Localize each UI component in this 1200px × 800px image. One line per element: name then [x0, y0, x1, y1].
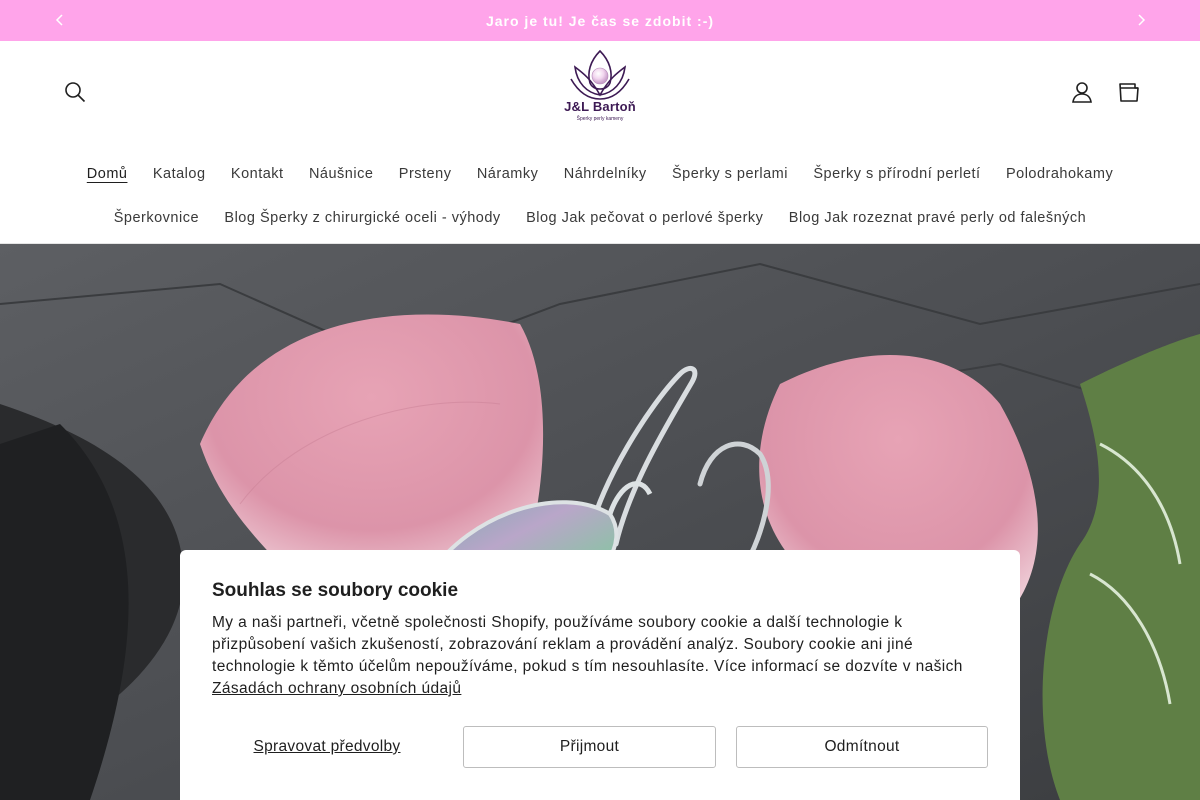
nav-item-sperky-s-prirodni-perleti[interactable]: Šperky s přírodní perletí	[801, 166, 994, 182]
nav-item-domu[interactable]: Domů	[74, 166, 140, 182]
site-logo[interactable]: J&L Bartoň Šperky perly kameny	[557, 49, 643, 135]
cart-icon	[1119, 83, 1139, 102]
announcement-text[interactable]: Jaro je tu! Je čas se zdobit :-)	[486, 13, 714, 29]
main-nav-row-1: Domů Katalog Kontakt Náušnice Prsteny Ná…	[0, 166, 1200, 182]
announcement-next-button[interactable]	[1131, 10, 1151, 30]
accept-cookies-button[interactable]: Přijmout	[463, 726, 716, 768]
search-button[interactable]	[60, 77, 90, 107]
nav-item-kontakt[interactable]: Kontakt	[218, 166, 296, 182]
cart-button[interactable]	[1114, 77, 1144, 107]
privacy-policy-link[interactable]: Zásadách ochrany osobních údajů	[212, 680, 461, 697]
nav-item-sperky-s-perlami[interactable]: Šperky s perlami	[659, 166, 800, 182]
chevron-right-icon	[1138, 14, 1146, 26]
nav-item-polodrahokamy[interactable]: Polodrahokamy	[993, 166, 1126, 182]
account-icon	[1072, 82, 1092, 103]
pearl-lotus-logo-icon	[570, 49, 630, 100]
logo-name: J&L Bartoň	[564, 99, 636, 114]
nav-item-katalog[interactable]: Katalog	[140, 166, 218, 182]
nav-item-nahrdelniky[interactable]: Náhrdelníky	[551, 166, 659, 182]
account-button[interactable]	[1067, 77, 1097, 107]
cookie-description: My a naši partneři, včetně společnosti S…	[212, 612, 988, 700]
announcement-prev-button[interactable]	[50, 10, 70, 30]
nav-item-blog-prave-perly[interactable]: Blog Jak rozeznat pravé perly od falešný…	[776, 210, 1099, 226]
cookie-actions: Spravovat předvolby Přijmout Odmítnout	[212, 726, 988, 768]
nav-item-nausnice[interactable]: Náušnice	[296, 166, 386, 182]
nav-item-sperkovnice[interactable]: Šperkovnice	[101, 210, 212, 226]
nav-item-prsteny[interactable]: Prsteny	[386, 166, 464, 182]
cookie-title: Souhlas se soubory cookie	[212, 580, 459, 601]
search-icon	[65, 82, 86, 103]
logo-tagline: Šperky perly kameny	[576, 116, 624, 122]
cookie-consent-banner: Souhlas se soubory cookie My a naši part…	[180, 550, 1020, 800]
announcement-bar: Jaro je tu! Je čas se zdobit :-)	[0, 0, 1200, 41]
main-nav-row-2: Šperkovnice Blog Šperky z chirurgické oc…	[0, 210, 1200, 226]
site-header: J&L Bartoň Šperky perly kameny Domů Kata…	[0, 41, 1200, 244]
nav-item-blog-chirurgicka-ocel[interactable]: Blog Šperky z chirurgické oceli - výhody	[212, 210, 514, 226]
manage-preferences-button[interactable]: Spravovat předvolby	[212, 738, 442, 756]
chevron-left-icon	[55, 14, 63, 26]
decline-cookies-button[interactable]: Odmítnout	[736, 726, 988, 768]
nav-item-naramky[interactable]: Náramky	[464, 166, 551, 182]
cookie-body-text: My a naši partneři, včetně společnosti S…	[212, 614, 963, 675]
nav-item-blog-pece-o-perly[interactable]: Blog Jak pečovat o perlové šperky	[513, 210, 776, 226]
